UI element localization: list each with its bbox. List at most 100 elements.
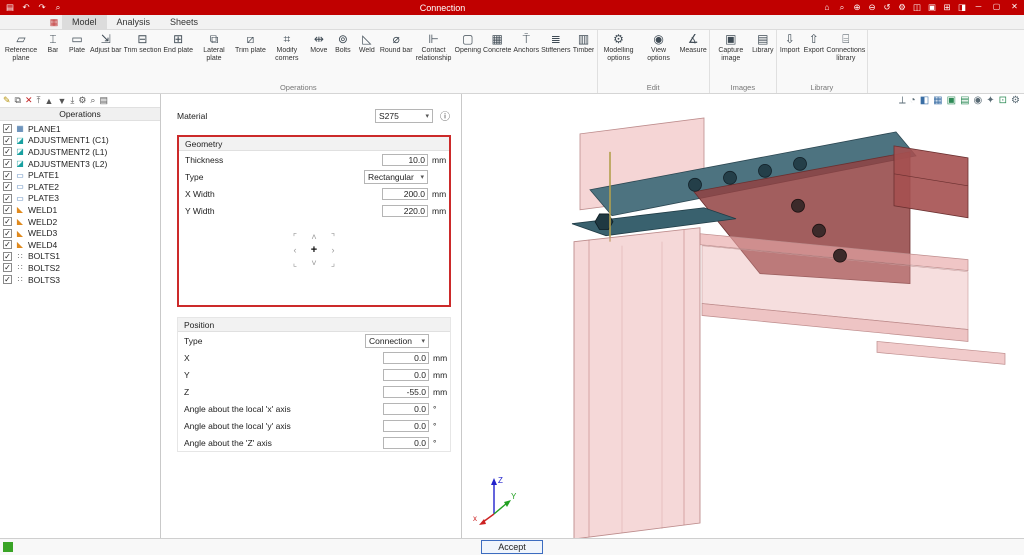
checkbox[interactable]: ✓ bbox=[3, 159, 12, 168]
tree-item-bolts2[interactable]: ✓ ∷ BOLTS2 bbox=[0, 262, 160, 274]
opening-button[interactable]: ▢ Opening bbox=[454, 31, 482, 82]
settings-icon[interactable]: ⚙ bbox=[895, 2, 909, 13]
anchors-button[interactable]: ⍑ Anchors bbox=[512, 31, 540, 82]
bolts-button[interactable]: ⊚ Bolts bbox=[331, 31, 355, 82]
camera-icon[interactable]: ✦ bbox=[986, 95, 994, 106]
z-input[interactable] bbox=[383, 386, 429, 398]
column-member[interactable] bbox=[574, 228, 700, 538]
undo-icon[interactable]: ↶ bbox=[19, 2, 33, 13]
visibility-icon[interactable]: ◉ bbox=[974, 95, 983, 106]
move-down-icon[interactable]: ▼ bbox=[57, 96, 66, 106]
checkbox[interactable]: ✓ bbox=[3, 136, 12, 145]
checkbox[interactable]: ✓ bbox=[3, 217, 12, 226]
bolt[interactable] bbox=[834, 249, 847, 262]
settings-icon[interactable]: ⚙ bbox=[1011, 95, 1020, 106]
tree-item-bolts3[interactable]: ✓ ∷ BOLTS3 bbox=[0, 274, 160, 286]
home-icon[interactable]: ⌂ bbox=[820, 2, 834, 13]
checkbox[interactable]: ✓ bbox=[3, 124, 12, 133]
tree-item-weld2[interactable]: ✓ ◣ WELD2 bbox=[0, 216, 160, 228]
search-icon[interactable]: ⌕ bbox=[51, 2, 65, 13]
bolt[interactable] bbox=[724, 171, 737, 184]
anchor-left[interactable]: ‹ bbox=[286, 244, 305, 257]
library-button[interactable]: ▤ Library bbox=[751, 31, 775, 82]
connection-3d-model[interactable] bbox=[462, 94, 1024, 538]
anchor-right[interactable]: › bbox=[324, 244, 343, 257]
checkbox[interactable]: ✓ bbox=[3, 240, 12, 249]
plate-type-select[interactable]: Rectangular ▾ bbox=[364, 170, 428, 184]
x-width-input[interactable] bbox=[382, 188, 428, 200]
checkbox[interactable]: ✓ bbox=[3, 171, 12, 180]
zoom-in-icon[interactable]: ⊕ bbox=[850, 2, 864, 13]
tree-item-plate3[interactable]: ✓ ▭ PLATE3 bbox=[0, 193, 160, 205]
checkbox[interactable]: ✓ bbox=[3, 194, 12, 203]
checkbox[interactable]: ✓ bbox=[3, 147, 12, 156]
timber-button[interactable]: ▥ Timber bbox=[572, 31, 596, 82]
tab-model[interactable]: Model bbox=[62, 15, 107, 29]
import-button[interactable]: ⇩ Import bbox=[778, 31, 802, 82]
coordinate-system-icon[interactable]: ⟂ bbox=[899, 95, 906, 106]
trim-plate-button[interactable]: ⧄ Trim plate bbox=[234, 31, 267, 82]
beam-end-section[interactable] bbox=[894, 146, 968, 218]
angle-z-input[interactable] bbox=[383, 437, 429, 449]
tab-sheets[interactable]: Sheets bbox=[160, 15, 208, 29]
concrete-button[interactable]: ▦ Concrete bbox=[482, 31, 512, 82]
list-icon[interactable]: ▤ bbox=[99, 95, 108, 106]
bolt[interactable] bbox=[689, 178, 702, 191]
move-up-icon[interactable]: ▲ bbox=[45, 96, 54, 106]
anchor-top-left[interactable]: ⌜ bbox=[286, 231, 305, 244]
angle-x-input[interactable] bbox=[383, 403, 429, 415]
search-icon[interactable]: ⌕ bbox=[90, 95, 95, 106]
y-width-input[interactable] bbox=[382, 205, 428, 217]
tree-item-weld1[interactable]: ✓ ◣ WELD1 bbox=[0, 204, 160, 216]
checkbox[interactable]: ✓ bbox=[3, 229, 12, 238]
bolt[interactable] bbox=[794, 157, 807, 170]
checkbox[interactable]: ✓ bbox=[3, 252, 12, 261]
app-menu-icon[interactable]: ▦ bbox=[46, 15, 62, 29]
tree-item-plate1[interactable]: ✓ ▭ PLATE1 bbox=[0, 169, 160, 181]
grid-icon[interactable]: ▦ bbox=[933, 95, 942, 106]
anchor-bottom[interactable]: ˅ bbox=[305, 257, 324, 270]
screenshot-icon[interactable]: ⊡ bbox=[999, 95, 1007, 106]
tree-item-plane1[interactable]: ✓ ▦ PLANE1 bbox=[0, 123, 160, 135]
refresh-icon[interactable]: ↺ bbox=[880, 2, 894, 13]
close-button[interactable]: ✕ bbox=[1006, 2, 1023, 13]
checkbox[interactable]: ✓ bbox=[3, 205, 12, 214]
layout-add-icon[interactable]: ⊞ bbox=[940, 2, 954, 13]
redo-icon[interactable]: ↷ bbox=[35, 2, 49, 13]
anchor-bottom-left[interactable]: ⌞ bbox=[286, 257, 305, 270]
layout-grid-icon[interactable]: ▣ bbox=[925, 2, 939, 13]
minimize-button[interactable]: ─ bbox=[970, 2, 987, 13]
tree-item-adjustment2[interactable]: ✓ ◪ ADJUSTMENT2 (L1) bbox=[0, 146, 160, 158]
move-bottom-icon[interactable]: ⤓ bbox=[70, 95, 74, 106]
delete-icon[interactable]: ✕ bbox=[25, 95, 33, 106]
save-icon[interactable]: ▤ bbox=[3, 2, 17, 13]
tree-item-weld3[interactable]: ✓ ◣ WELD3 bbox=[0, 227, 160, 239]
measure-button[interactable]: ∡ Measure bbox=[679, 31, 708, 82]
material-select[interactable]: S275 ▾ bbox=[375, 109, 433, 123]
stiffeners-button[interactable]: ≣ Stiffeners bbox=[540, 31, 571, 82]
modify-corners-button[interactable]: ⌗ Modify corners bbox=[267, 31, 307, 82]
accept-button[interactable]: Accept bbox=[481, 540, 543, 554]
checkbox[interactable]: ✓ bbox=[3, 275, 12, 284]
weld-button[interactable]: ◺ Weld bbox=[355, 31, 379, 82]
bolt[interactable] bbox=[813, 224, 826, 237]
lateral-plate-button[interactable]: ⧉ Lateral plate bbox=[194, 31, 234, 82]
info-icon[interactable]: ⓘ bbox=[439, 108, 451, 123]
clipping-icon[interactable]: ◧ bbox=[920, 95, 929, 106]
zoom-out-icon[interactable]: ⊖ bbox=[865, 2, 879, 13]
tree-item-adjustment1[interactable]: ✓ ◪ ADJUSTMENT1 (C1) bbox=[0, 135, 160, 147]
anchor-top-right[interactable]: ⌝ bbox=[324, 231, 343, 244]
position-type-select[interactable]: Connection ▾ bbox=[365, 334, 429, 348]
y-input[interactable] bbox=[383, 369, 429, 381]
viewport-3d[interactable]: ⟂ ◔ ◧ ▦ ▣ ▤ ◉ ✦ ⊡ ⚙ bbox=[462, 94, 1024, 538]
tree-item-plate2[interactable]: ✓ ▭ PLATE2 bbox=[0, 181, 160, 193]
bolt[interactable] bbox=[759, 164, 772, 177]
copy-icon[interactable]: ⧉ bbox=[15, 95, 21, 106]
layout-split-icon[interactable]: ◫ bbox=[910, 2, 924, 13]
edit-icon[interactable]: ✎ bbox=[3, 95, 11, 106]
plate-button[interactable]: ▭ Plate bbox=[65, 31, 89, 82]
tab-analysis[interactable]: Analysis bbox=[107, 15, 161, 29]
search-icon[interactable]: ⌕ bbox=[835, 2, 849, 13]
connections-library-button[interactable]: ⌸ Connections library bbox=[826, 31, 866, 82]
end-plate-button[interactable]: ⊞ End plate bbox=[162, 31, 194, 82]
